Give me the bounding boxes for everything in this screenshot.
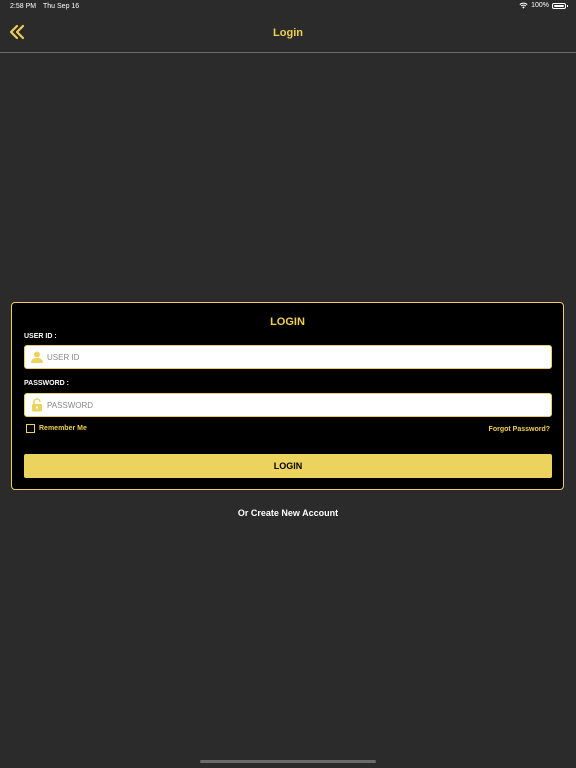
status-date: Thu Sep 16: [43, 3, 80, 10]
password-field[interactable]: [24, 393, 552, 417]
battery-percent: 100%: [531, 2, 549, 9]
user-id-field[interactable]: [24, 345, 552, 369]
login-card: LOGIN USER ID : PASSWORD : Remember Me F…: [11, 302, 564, 490]
user-id-label: USER ID :: [24, 333, 57, 340]
battery-icon: [552, 2, 568, 9]
remember-me-toggle[interactable]: Remember Me: [26, 424, 87, 433]
lock-icon: [32, 398, 42, 412]
remember-me-checkbox[interactable]: [26, 424, 35, 433]
status-time: 2:58 PM: [10, 3, 37, 10]
status-indicators: 100%: [519, 2, 568, 9]
forgot-password-link[interactable]: Forgot Password?: [489, 426, 550, 433]
login-button[interactable]: LOGIN: [24, 454, 552, 478]
login-card-title: LOGIN: [270, 316, 305, 328]
password-input[interactable]: [47, 397, 547, 413]
remember-me-label: Remember Me: [39, 425, 87, 432]
wifi-icon: [519, 2, 528, 9]
nav-bar: Login: [0, 14, 576, 53]
home-indicator: [200, 760, 376, 763]
user-icon: [31, 351, 43, 363]
page-title: Login: [273, 27, 303, 39]
password-label: PASSWORD :: [24, 380, 69, 387]
status-bar: 2:58 PM Thu Sep 16 100%: [0, 0, 576, 14]
user-id-input[interactable]: [47, 349, 547, 365]
create-account-link[interactable]: Or Create New Account: [0, 508, 576, 518]
